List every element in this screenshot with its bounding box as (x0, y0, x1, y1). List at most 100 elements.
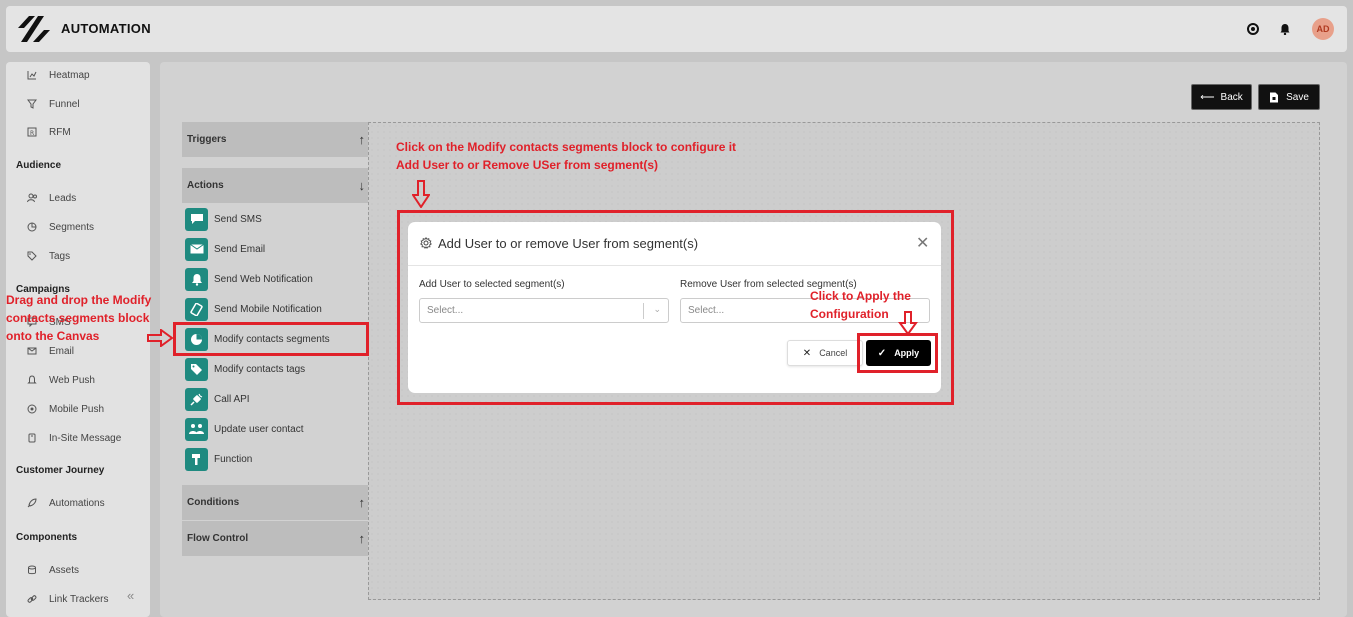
save-button[interactable]: Save (1258, 84, 1320, 110)
palette-item-send-sms[interactable]: Send SMS (185, 207, 262, 231)
sidebar-item-in-site-message[interactable]: In-Site Message (26, 430, 121, 446)
web-bell-icon (185, 267, 208, 291)
palette-item-call-api[interactable]: Call API (185, 387, 250, 411)
palette-item-send-email[interactable]: Send Email (185, 237, 265, 261)
conditions-label: Conditions (187, 497, 240, 508)
flow-control-label: Flow Control (187, 533, 249, 544)
envelope-icon (185, 237, 208, 261)
sidebar-item-label: Segments (49, 221, 95, 233)
actions-label: Actions (187, 180, 224, 191)
annotation-line: onto the Canvas (6, 329, 100, 343)
users-icon (26, 192, 38, 204)
top-bar: AUTOMATION AD (6, 6, 1347, 52)
sidebar-item-heatmap[interactable]: Heatmap (26, 67, 90, 83)
arrow-up-icon: ↑ (358, 132, 366, 147)
sidebar-item-label: Heatmap (49, 69, 90, 81)
sidebar-item-label: Assets (49, 564, 80, 576)
arrow-down-icon: ↓ (358, 178, 366, 193)
sidebar-item-link-trackers[interactable]: Link Trackers (26, 591, 108, 607)
palette-item-label: Update user contact (214, 423, 304, 435)
palette-item-update-user-contact[interactable]: Update user contact (185, 417, 304, 441)
rfm-icon: R (26, 126, 38, 138)
app-title: AUTOMATION (61, 21, 151, 36)
avatar[interactable]: AD (1312, 18, 1334, 40)
svg-text:R: R (30, 130, 34, 137)
sidebar-item-tags[interactable]: Tags (26, 248, 70, 264)
mail-icon (26, 345, 38, 357)
arrow-up-icon: ↑ (358, 495, 366, 510)
link-icon (26, 593, 38, 605)
pie-icon (26, 221, 38, 233)
plug-icon (185, 387, 208, 411)
annotation-apply-instructions: Click to Apply the Configuration (810, 287, 911, 323)
sidebar-item-automations[interactable]: Automations (26, 495, 105, 511)
bell-icon (26, 374, 38, 386)
sidebar-item-email[interactable]: Email (26, 343, 74, 359)
triggers-section-header[interactable]: Triggers ↑ (182, 122, 368, 157)
sidebar-item-leads[interactable]: Leads (26, 190, 76, 206)
palette-item-label: Modify contacts tags (214, 363, 306, 375)
highlight-apply-button (857, 333, 938, 373)
sidebar-item-segments[interactable]: Segments (26, 219, 94, 235)
help-icon[interactable] (1247, 23, 1259, 35)
sidebar-item-label: Tags (49, 250, 71, 262)
sidebar-item-rfm[interactable]: R RFM (26, 124, 71, 140)
palette-item-label: Send Mobile Notification (214, 303, 322, 315)
arrow-up-icon: ↑ (358, 531, 366, 546)
palette-item-send-mobile-notification[interactable]: Send Mobile Notification (185, 297, 322, 321)
conditions-section-header[interactable]: Conditions ↑ (182, 485, 368, 520)
arrow-down-annotation-icon (898, 311, 918, 335)
sidebar-item-web-push[interactable]: Web Push (26, 372, 95, 388)
sidebar-item-label: Funnel (49, 98, 80, 110)
annotation-canvas-instructions: Click on the Modify contacts segments bl… (396, 138, 736, 174)
sidebar-item-funnel[interactable]: Funnel (26, 96, 80, 112)
components-heading: Components (16, 532, 78, 543)
customer-journey-heading: Customer Journey (16, 465, 105, 476)
save-button-label: Save (1286, 91, 1309, 103)
palette-item-modify-contacts-tags[interactable]: Modify contacts tags (185, 357, 305, 381)
palette-item-send-web-notification[interactable]: Send Web Notification (185, 267, 313, 291)
palette-item-label: Call API (214, 393, 250, 405)
save-file-icon (1270, 92, 1279, 102)
database-icon (26, 564, 38, 576)
heatmap-icon (26, 69, 38, 81)
flow-control-section-header[interactable]: Flow Control ↑ (182, 521, 368, 556)
mobile-notification-icon (185, 297, 208, 321)
arrow-right-annotation-icon (147, 329, 173, 347)
audience-heading: Audience (16, 160, 62, 171)
message-icon (26, 432, 38, 444)
sidebar-item-mobile-push[interactable]: Mobile Push (26, 401, 104, 417)
back-button-label: Back (1220, 91, 1243, 103)
sidebar-item-label: Web Push (49, 374, 95, 386)
annotation-line: Click on the Modify contacts segments bl… (396, 140, 737, 154)
highlight-modify-segments-block (173, 322, 369, 356)
sidebar-item-label: In-Site Message (49, 432, 122, 444)
annotation-line: Add User to or Remove USer from segment(… (396, 158, 659, 172)
logo-icon[interactable] (16, 14, 50, 44)
palette-item-label: Function (214, 453, 253, 465)
palette-item-label: Send SMS (214, 213, 262, 225)
collapse-sidebar-icon[interactable]: « (127, 588, 134, 603)
annotation-line: contacts segments block (6, 311, 150, 325)
tag-icon (26, 250, 38, 262)
rocket-icon (26, 497, 38, 509)
arrow-down-annotation-icon (412, 180, 430, 208)
sidebar-item-label: RFM (49, 126, 71, 138)
palette-item-label: Send Email (214, 243, 266, 255)
users-group-icon (185, 417, 208, 441)
tag-icon (185, 357, 208, 381)
funnel-icon (26, 98, 38, 110)
palette-item-function[interactable]: Function (185, 447, 252, 471)
sidebar-item-assets[interactable]: Assets (26, 562, 79, 578)
sidebar-item-label: Automations (49, 497, 105, 509)
annotation-line: Configuration (810, 307, 889, 321)
notification-bell-icon[interactable] (1279, 23, 1291, 35)
actions-section-header[interactable]: Actions ↓ (182, 168, 368, 203)
annotation-line: Drag and drop the Modify (6, 293, 152, 307)
palette-item-label: Send Web Notification (214, 273, 313, 285)
sidebar-item-label: Leads (49, 192, 77, 204)
sms-bubble-icon (185, 207, 208, 231)
annotation-drag-instructions: Drag and drop the Modify contacts segmen… (6, 291, 151, 345)
sidebar-item-label: Mobile Push (49, 403, 105, 415)
back-button[interactable]: ⟵ Back (1191, 84, 1252, 110)
